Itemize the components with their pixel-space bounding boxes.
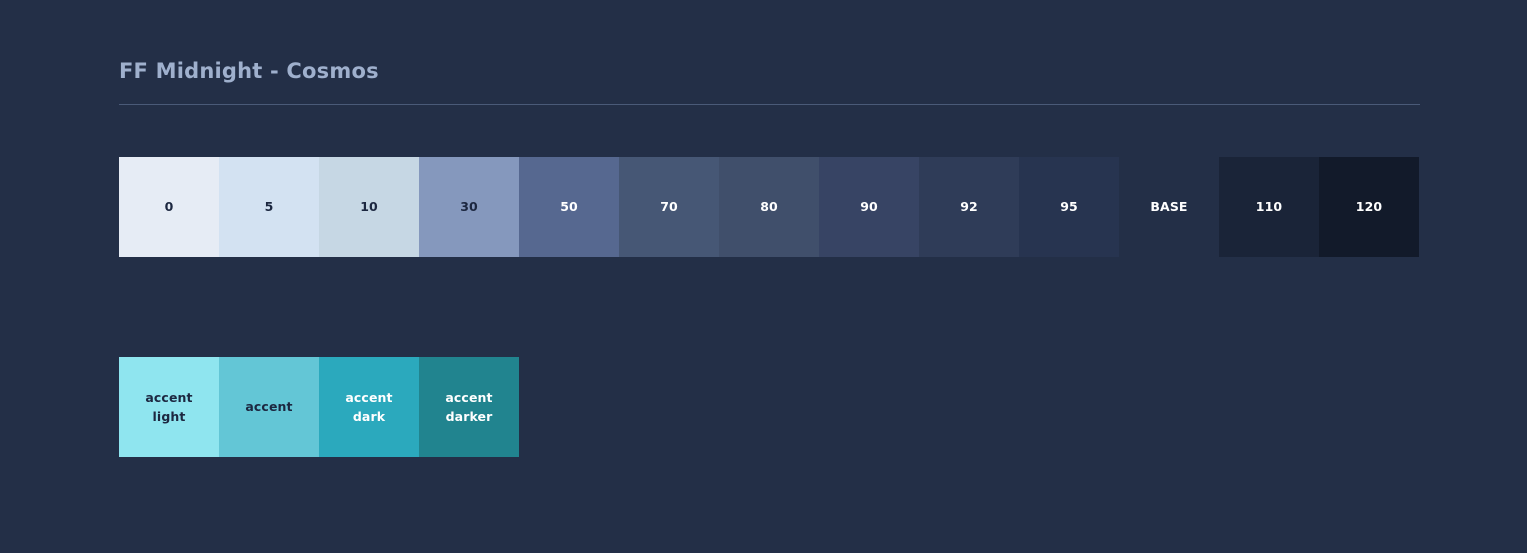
color-swatch-label: accent (245, 399, 293, 415)
color-swatch[interactable]: accent dark (319, 357, 419, 457)
color-swatch-label: 50 (560, 199, 578, 215)
color-swatch-label: accent darker (445, 389, 493, 424)
color-swatch-label: 120 (1355, 199, 1383, 215)
color-swatch[interactable]: 10 (319, 157, 419, 257)
color-swatch-label: 95 (1060, 199, 1078, 215)
color-swatch-label: 110 (1255, 199, 1283, 215)
color-swatch[interactable]: BASE (1119, 157, 1219, 257)
title-divider (119, 104, 1420, 106)
color-swatch[interactable]: 0 (119, 157, 219, 257)
color-swatch-label: 80 (760, 199, 778, 215)
color-swatch[interactable]: accent light (119, 357, 219, 457)
color-swatch[interactable]: 30 (419, 157, 519, 257)
color-swatch-label: 5 (264, 199, 274, 215)
color-swatch[interactable]: accent (219, 357, 319, 457)
color-swatch-label: 70 (660, 199, 678, 215)
color-swatch-label: 30 (460, 199, 478, 215)
page-title: FF Midnight - Cosmos (119, 59, 379, 83)
color-swatch[interactable]: 80 (719, 157, 819, 257)
color-swatch-label: 90 (860, 199, 878, 215)
color-swatch[interactable]: 70 (619, 157, 719, 257)
color-swatch-label: 0 (164, 199, 174, 215)
color-swatch[interactable]: 110 (1219, 157, 1319, 257)
color-swatch-label: accent light (145, 389, 193, 424)
color-swatch[interactable]: 50 (519, 157, 619, 257)
color-swatch-label: BASE (1150, 199, 1188, 215)
color-swatch[interactable]: 5 (219, 157, 319, 257)
color-swatch-label: 10 (360, 199, 378, 215)
color-swatch-label: 92 (960, 199, 978, 215)
color-swatch[interactable]: 90 (819, 157, 919, 257)
accent-swatch-row: accent light accent accent dark accent dark… (119, 357, 519, 457)
neutral-swatch-row: 0 5 10 30 50 70 80 90 92 95 BASE 110 120 (119, 157, 1419, 257)
palette-page: FF Midnight - Cosmos 0 5 10 30 50 70 80 90 92 95 B… (0, 0, 1527, 553)
color-swatch[interactable]: 120 (1319, 157, 1419, 257)
color-swatch-label: accent dark (345, 389, 393, 424)
color-swatch[interactable]: 95 (1019, 157, 1119, 257)
color-swatch[interactable]: accent darker (419, 357, 519, 457)
page-header: FF Midnight - Cosmos (119, 59, 1420, 106)
color-swatch[interactable]: 92 (919, 157, 1019, 257)
